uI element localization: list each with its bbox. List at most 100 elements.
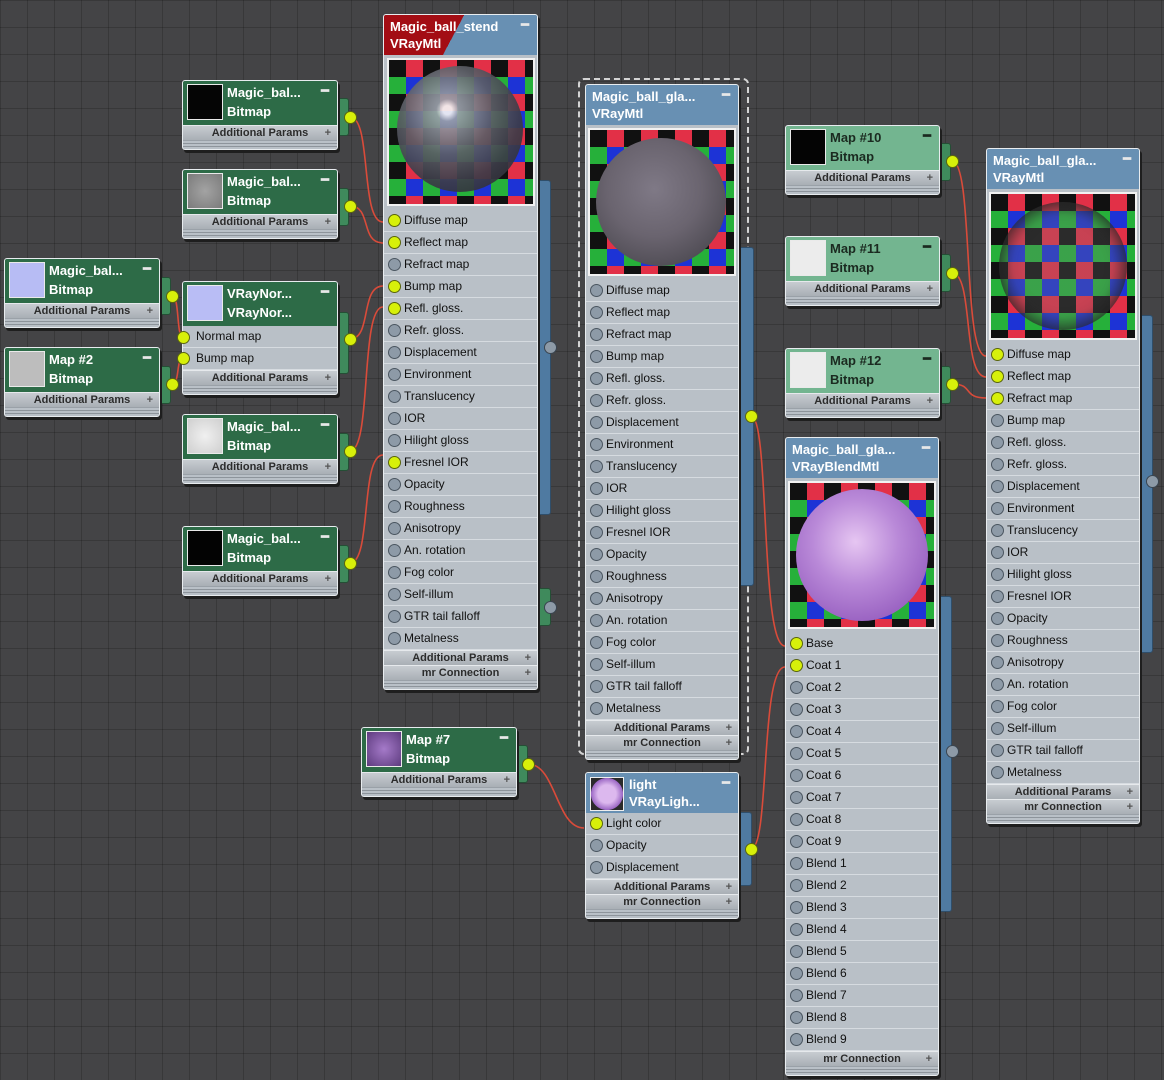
input-port[interactable] [177, 331, 190, 344]
slot-gtr-tail-falloff[interactable]: GTR tail falloff [987, 740, 1139, 762]
additional-params-rollout[interactable]: Additional Params + [987, 784, 1139, 799]
slot-port[interactable] [388, 478, 401, 491]
slot-port[interactable] [991, 634, 1004, 647]
slot-port[interactable] [790, 769, 803, 782]
slot-opacity[interactable]: Opacity [384, 474, 537, 496]
slot-metalness[interactable]: Metalness [384, 628, 537, 650]
material-node-glass[interactable]: Magic_ball_gla... VRayMtl ━ Diffuse map R… [585, 84, 739, 760]
slot-port[interactable] [590, 592, 603, 605]
slot-port[interactable] [991, 722, 1004, 735]
output-port[interactable] [344, 111, 357, 124]
collapse-button[interactable]: ━ [722, 774, 730, 792]
slot-blend-8[interactable]: Blend 8 [786, 1007, 938, 1029]
slot-port[interactable] [991, 348, 1004, 361]
slot-an-rotation[interactable]: An. rotation [987, 674, 1139, 696]
slot-coat-2[interactable]: Coat 2 [786, 677, 938, 699]
slot-environment[interactable]: Environment [384, 364, 537, 386]
slot-port[interactable] [991, 458, 1004, 471]
mr-connection-rollout[interactable]: mr Connection + [586, 735, 738, 750]
collapse-button[interactable]: ━ [923, 238, 931, 256]
bitmap-node-1[interactable]: Magic_bal... Bitmap ━ Additional Params + [182, 80, 338, 150]
slot-refr-gloss[interactable]: Refr. gloss. [586, 390, 738, 412]
slot-port[interactable] [790, 1011, 803, 1024]
slot-gtr-tail-falloff[interactable]: GTR tail falloff [586, 676, 738, 698]
slot-coat-9[interactable]: Coat 9 [786, 831, 938, 853]
slot-bump-map[interactable]: Bump map [384, 276, 537, 298]
slot-hilight-gloss[interactable]: Hilight gloss [586, 500, 738, 522]
output-port[interactable] [946, 378, 959, 391]
slot-opacity[interactable]: Opacity [586, 544, 738, 566]
slot-ior[interactable]: IOR [384, 408, 537, 430]
slot-self-illum[interactable]: Self-illum [586, 654, 738, 676]
output-port[interactable] [946, 155, 959, 168]
slot-port[interactable] [590, 680, 603, 693]
slot-fresnel-ior[interactable]: Fresnel IOR [987, 586, 1139, 608]
slot-port[interactable] [991, 678, 1004, 691]
additional-params-rollout[interactable]: Additional Params + [5, 392, 159, 407]
slot-port[interactable] [590, 416, 603, 429]
slot-bump-map[interactable]: Bump map [586, 346, 738, 368]
slot-port[interactable] [388, 280, 401, 293]
slot-port[interactable] [590, 614, 603, 627]
slot-port[interactable] [790, 659, 803, 672]
slot-port[interactable] [388, 324, 401, 337]
slot-blend-1[interactable]: Blend 1 [786, 853, 938, 875]
slot-diffuse-map[interactable]: Diffuse map [987, 344, 1139, 366]
slot-refl-gloss[interactable]: Refl. gloss. [987, 432, 1139, 454]
slot-port[interactable] [991, 392, 1004, 405]
blend-material-node[interactable]: Magic_ball_gla... VRayBlendMtl ━ Base Coa… [785, 437, 939, 1076]
collapse-button[interactable]: ━ [923, 127, 931, 145]
slot-normal-map[interactable]: Normal map [183, 326, 337, 348]
bitmap-node-map2[interactable]: Map #2 Bitmap ━ Additional Params + [4, 347, 160, 417]
slot-anisotropy[interactable]: Anisotropy [384, 518, 537, 540]
slot-port[interactable] [991, 590, 1004, 603]
slot-port[interactable] [991, 480, 1004, 493]
slot-port[interactable] [388, 390, 401, 403]
slot-port[interactable] [790, 703, 803, 716]
slot-hilight-gloss[interactable]: Hilight gloss [987, 564, 1139, 586]
slot-port[interactable] [991, 546, 1004, 559]
collapse-button[interactable]: ━ [922, 439, 930, 457]
slot-metalness[interactable]: Metalness [987, 762, 1139, 784]
collapse-button[interactable]: ━ [321, 82, 329, 100]
slot-displacement[interactable]: Displacement [384, 342, 537, 364]
slot-port[interactable] [790, 879, 803, 892]
slot-port[interactable] [590, 372, 603, 385]
slot-port[interactable] [388, 566, 401, 579]
slot-port[interactable] [790, 945, 803, 958]
slot-reflect-map[interactable]: Reflect map [384, 232, 537, 254]
slot-port[interactable] [991, 524, 1004, 537]
slot-self-illum[interactable]: Self-illum [384, 584, 537, 606]
slot-port[interactable] [388, 346, 401, 359]
slot-port[interactable] [590, 817, 603, 830]
output-port[interactable] [946, 745, 959, 758]
slot-port[interactable] [388, 258, 401, 271]
additional-params-rollout[interactable]: Additional Params + [183, 571, 337, 586]
slot-environment[interactable]: Environment [586, 434, 738, 456]
slot-blend-4[interactable]: Blend 4 [786, 919, 938, 941]
mr-connection-rollout[interactable]: mr Connection + [586, 894, 738, 909]
slot-port[interactable] [991, 612, 1004, 625]
slot-blend-5[interactable]: Blend 5 [786, 941, 938, 963]
additional-params-rollout[interactable]: Additional Params + [183, 125, 337, 140]
slot-reflect-map[interactable]: Reflect map [586, 302, 738, 324]
collapse-button[interactable]: ━ [321, 171, 329, 189]
slot-fog-color[interactable]: Fog color [987, 696, 1139, 718]
slot-refract-map[interactable]: Refract map [987, 388, 1139, 410]
slot-port[interactable] [388, 456, 401, 469]
slot-port[interactable] [590, 702, 603, 715]
slot-port[interactable] [790, 923, 803, 936]
collapse-button[interactable]: ━ [1123, 150, 1131, 168]
slot-translucency[interactable]: Translucency [987, 520, 1139, 542]
slot-gtr-tail-falloff[interactable]: GTR tail falloff [384, 606, 537, 628]
slot-self-illum[interactable]: Self-illum [987, 718, 1139, 740]
slot-port[interactable] [590, 460, 603, 473]
slot-ior[interactable]: IOR [586, 478, 738, 500]
collapse-button[interactable]: ━ [321, 528, 329, 546]
collapse-button[interactable]: ━ [321, 416, 329, 434]
slot-port[interactable] [590, 861, 603, 874]
slot-fresnel-ior[interactable]: Fresnel IOR [384, 452, 537, 474]
slot-blend-6[interactable]: Blend 6 [786, 963, 938, 985]
slot-diffuse-map[interactable]: Diffuse map [586, 280, 738, 302]
slot-refl-gloss[interactable]: Refl. gloss. [586, 368, 738, 390]
